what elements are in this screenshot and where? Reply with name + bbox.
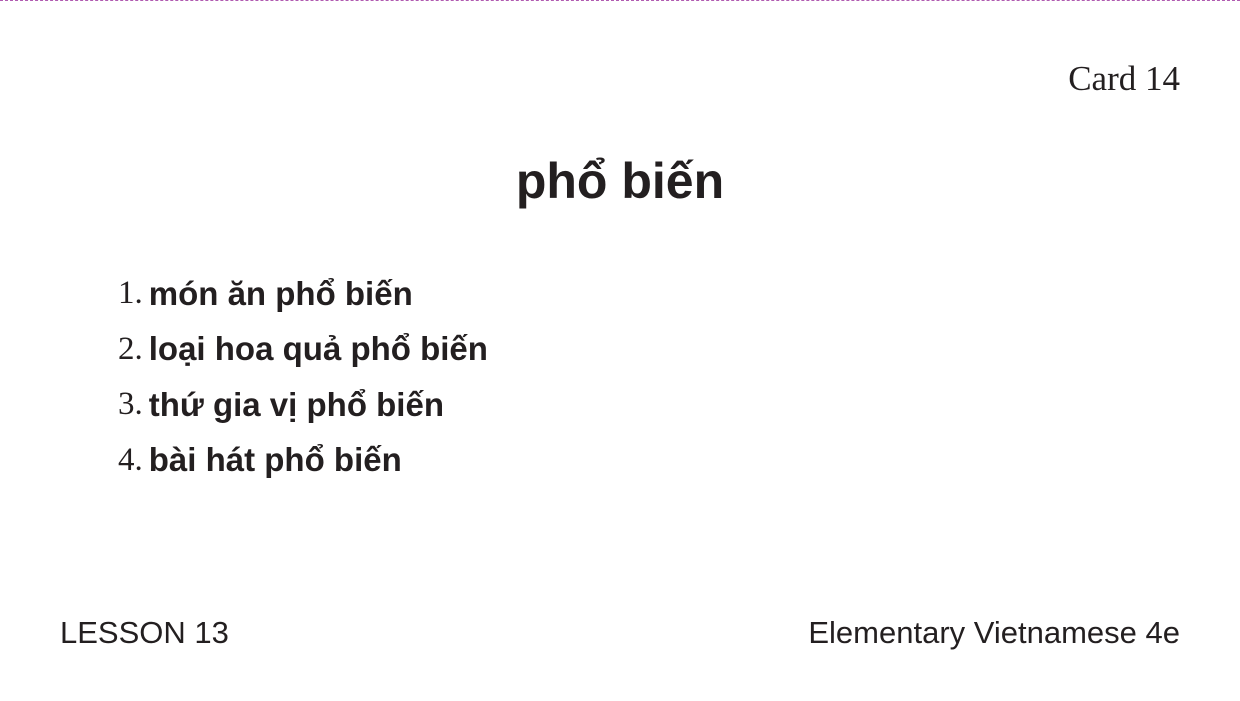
example-text: món ăn phổ biến [148, 274, 413, 312]
headword: phổ biến [515, 153, 725, 209]
example-phrase-item: 4. bài hát phổ biến [118, 433, 488, 489]
book-title: Elementary Vietnamese 4e [808, 615, 1180, 650]
example-phrase-list: 1. món ăn phổ biến 2. loại hoa quả phổ b… [118, 266, 488, 488]
example-number: 3. [118, 386, 143, 423]
example-number: 2. [118, 330, 143, 367]
example-phrase-item: 1. món ăn phổ biến [118, 266, 488, 322]
card-number: Card 14 [1068, 59, 1180, 98]
lesson-label: LESSON 13 [60, 615, 229, 650]
example-number: 1. [118, 275, 143, 312]
flashcard: Card 14 phổ biến 1. món ăn phổ biến 2. l… [0, 0, 1240, 701]
example-text: thứ gia vị phổ biến [148, 385, 444, 423]
cut-line-divider [0, 0, 1240, 1]
example-text: bài hát phổ biến [148, 441, 402, 479]
example-phrase-item: 3. thứ gia vị phổ biến [118, 377, 488, 433]
example-text: loại hoa quả phổ biến [148, 330, 488, 368]
example-number: 4. [118, 441, 143, 478]
example-phrase-item: 2. loại hoa quả phổ biến [118, 322, 488, 378]
